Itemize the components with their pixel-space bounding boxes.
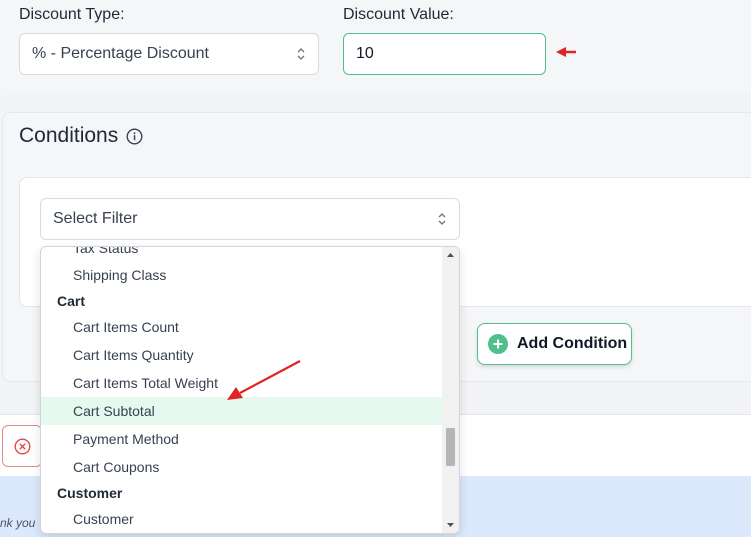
- dropdown-option[interactable]: Tax Status: [41, 247, 444, 261]
- conditions-header: Conditions: [19, 124, 143, 148]
- dropdown-group-label: Cart: [57, 293, 86, 309]
- add-condition-label: Add Condition: [517, 335, 628, 352]
- discount-type-value: % - Percentage Discount: [32, 45, 209, 62]
- add-condition-button[interactable]: Add Condition: [477, 323, 632, 365]
- scroll-thumb[interactable]: [446, 428, 455, 466]
- conditions-title: Conditions: [19, 124, 119, 147]
- discount-type-select[interactable]: % - Percentage Discount: [19, 33, 319, 75]
- info-icon[interactable]: [126, 127, 143, 145]
- notice-text: nk you: [0, 516, 36, 530]
- plus-circle-icon: [488, 334, 508, 354]
- discount-value-input[interactable]: 10: [343, 33, 546, 75]
- dropdown-option[interactable]: Customer: [41, 505, 444, 533]
- dropdown-option[interactable]: Is Logged In: [41, 533, 444, 534]
- filter-option-list: Tax Status Shipping Class Cart Cart Items C…: [41, 247, 444, 534]
- chevron-updown-icon: [438, 213, 446, 225]
- scroll-down-icon[interactable]: [446, 521, 455, 529]
- dropdown-option[interactable]: Payment Method: [41, 425, 444, 453]
- filter-dropdown[interactable]: Tax Status Shipping Class Cart Cart Items C…: [40, 246, 460, 534]
- dropdown-option[interactable]: Cart Coupons: [41, 453, 444, 481]
- scroll-up-icon[interactable]: [446, 251, 455, 259]
- filter-select[interactable]: Select Filter: [40, 198, 460, 240]
- dropdown-option[interactable]: Shipping Class: [41, 261, 444, 289]
- filter-select-placeholder: Select Filter: [53, 210, 138, 227]
- dropdown-option[interactable]: Cart Items Quantity: [41, 341, 444, 369]
- dropdown-option[interactable]: Cart Items Count: [41, 313, 444, 341]
- chevron-updown-icon: [297, 48, 305, 60]
- dropdown-group-label: Customer: [57, 485, 123, 501]
- discount-type-label: Discount Type:: [19, 6, 125, 23]
- dropdown-option[interactable]: Cart Subtotal: [41, 397, 444, 425]
- dropdown-scrollbar[interactable]: [442, 247, 459, 533]
- discount-value-label: Discount Value:: [343, 6, 454, 23]
- dropdown-option[interactable]: Cart Items Total Weight: [41, 369, 444, 397]
- remove-button[interactable]: [2, 425, 42, 467]
- close-circle-icon: [13, 437, 31, 455]
- discount-value-text: 10: [356, 45, 374, 62]
